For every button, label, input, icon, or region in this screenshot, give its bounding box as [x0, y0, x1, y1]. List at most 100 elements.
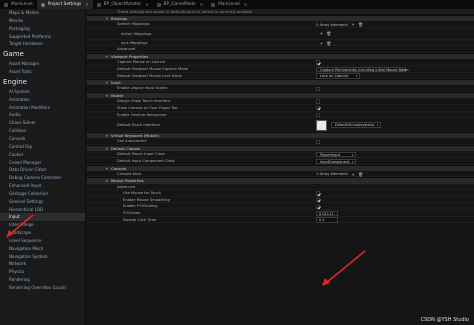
sidebar-item-supported-platforms[interactable]: Supported Platforms	[0, 33, 85, 41]
sidebar-item-debug-camera-controller[interactable]: Debug Camera Controller	[0, 174, 85, 182]
asset-thumbnail[interactable]	[316, 119, 327, 131]
tab-main-level[interactable]: MainLevel	[0, 0, 37, 9]
sidebar-item-physics[interactable]: Physics	[0, 268, 85, 276]
sidebar-item-crowd-manager[interactable]: Crowd Manager	[0, 159, 85, 167]
sidebar-item-navigation-system[interactable]: Navigation System	[0, 253, 85, 261]
tab-main-level-2[interactable]: MainLevel ✕	[207, 0, 251, 9]
mouse-advanced-row[interactable]: Advanced	[87, 184, 474, 191]
fov-scaling-row: Enable FOVScaling	[87, 203, 474, 211]
fov-scale-input[interactable]: 0.01111	[316, 210, 338, 217]
trash-icon[interactable]: 🗑	[358, 172, 363, 177]
fov-scale-row: FOVScale 0.01111	[87, 210, 474, 217]
mouse-smoothing-row: Enable Mouse Smoothing	[87, 197, 474, 204]
trash-icon[interactable]: 🗑	[326, 41, 331, 46]
close-icon[interactable]: ✕	[145, 2, 148, 7]
fov-scaling-checkbox[interactable]	[316, 204, 321, 209]
player-input-select[interactable]: PlayerInput	[316, 151, 356, 159]
gesture-row: Enable Gesture Recognizer	[87, 112, 474, 119]
close-icon[interactable]: ✕	[244, 2, 247, 7]
show-console-row: Show Console on Four Finger Tap	[87, 105, 474, 112]
use-mouse-touch-row: Use Mouse for Touch	[87, 190, 474, 197]
tab-project-settings[interactable]: Project Settings ✕	[36, 0, 93, 9]
add-icon[interactable]: +	[319, 41, 324, 46]
sidebar-item-control-rig[interactable]: Control Rig	[0, 143, 85, 151]
fov-scaling-label: Enable FOVScaling	[123, 204, 158, 209]
sidebar-item-ai-system[interactable]: AI System	[0, 88, 85, 96]
speech-mappings-value: 0 Array elements	[316, 22, 348, 27]
input-component-select[interactable]: InputComponent	[316, 158, 356, 165]
sidebar-item-hierarchical-lod[interactable]: Hierarchical LOD	[0, 206, 85, 214]
fov-scale-label: FOVScale	[123, 211, 141, 216]
player-input-row: Default Player Input Class PlayerInput	[87, 151, 474, 159]
sidebar-item-asset-tools[interactable]: Asset Tools	[0, 68, 85, 76]
mouse-smoothing-checkbox[interactable]	[316, 197, 321, 203]
speech-mappings-label: Speech Mappings	[117, 22, 150, 27]
sidebar-item-level-sequence[interactable]: Level Sequence	[0, 237, 85, 245]
touch-interface-label: Default Touch Interface	[117, 123, 160, 128]
sidebar-item-maps-modes[interactable]: Maps & Modes	[0, 9, 85, 17]
input-component-label: Default Input Component Class	[117, 158, 175, 163]
capture-mode-select[interactable]: Capture Permanently Including Initial Mo…	[316, 66, 409, 73]
sidebar-item-rendering-overrides-local[interactable]: Rendering Overrides (Local)	[0, 284, 85, 292]
add-icon[interactable]: +	[319, 31, 324, 36]
action-mappings-row: Action Mappings + 🗑	[87, 28, 474, 40]
sidebar-item-audio[interactable]: Audio	[0, 111, 85, 119]
sidebar-item-network[interactable]: Network	[0, 260, 85, 268]
add-icon[interactable]: +	[351, 22, 356, 27]
sidebar-item-rendering[interactable]: Rendering	[0, 276, 85, 284]
lock-mode-select[interactable]: Lock on Capture	[316, 73, 360, 80]
axis-mappings-row: Axis Mappings + 🗑	[87, 40, 474, 47]
autocorrect-checkbox[interactable]	[316, 139, 321, 144]
sidebar-item-animation-modifiers[interactable]: Animation Modifiers	[0, 104, 85, 112]
show-console-checkbox[interactable]	[316, 106, 321, 111]
speech-mappings-row: Speech Mappings 0 Array elements + 🗑	[87, 21, 474, 28]
sidebar-item-landscape[interactable]: Landscape	[0, 229, 85, 237]
trash-icon[interactable]: 🗑	[326, 31, 331, 36]
lock-mode-label: Default Viewport Mouse Lock Mode	[117, 73, 182, 78]
sidebar-item-general-settings[interactable]: General Settings	[0, 198, 85, 206]
trash-icon[interactable]: 🗑	[358, 22, 363, 27]
capture-mouse-checkbox[interactable]	[316, 60, 321, 65]
capture-mouse-label: Capture Mouse on Launch	[117, 60, 166, 65]
sidebar-item-packaging[interactable]: Packaging	[0, 25, 85, 33]
sidebar-item-asset-manager[interactable]: Asset Manager	[0, 60, 85, 68]
editor-tab-bar: MainLevel Project Settings ✕ BP_ObjectRot…	[0, 0, 474, 9]
sidebar-item-animation[interactable]: Animation	[0, 96, 85, 104]
add-icon[interactable]: +	[351, 172, 356, 177]
blueprint-icon	[156, 2, 161, 7]
advanced-toggle[interactable]: Advanced	[117, 184, 135, 191]
sidebar-item-garbage-collection[interactable]: Garbage Collection	[0, 190, 85, 198]
settings-panel: These settings are saved in DefaultInput…	[87, 9, 474, 325]
console-keys-row: Console Keys 1 Array elements + 🗑	[87, 171, 474, 178]
advanced-toggle[interactable]: Advanced	[117, 46, 135, 53]
close-icon[interactable]: ✕	[200, 2, 203, 7]
sidebar-item-target-hardware[interactable]: Target Hardware	[0, 40, 85, 48]
sidebar-item-collision[interactable]: Collision	[0, 127, 85, 135]
sidebar-item-input[interactable]: Input	[0, 213, 85, 222]
double-click-input[interactable]: 0.2	[316, 217, 338, 223]
action-mappings-label: Action Mappings	[121, 31, 152, 36]
tab-bp-game-mode[interactable]: BP_GameMode ✕	[153, 0, 208, 9]
sidebar-item-chaos-solver[interactable]: Chaos Solver	[0, 119, 85, 127]
sidebar-item-movies[interactable]: Movies	[0, 17, 85, 25]
double-click-row: Double Click Time 0.2	[87, 217, 474, 224]
lock-mode-row: Default Viewport Mouse Lock Mode Lock on…	[87, 73, 474, 80]
use-mouse-touch-checkbox[interactable]	[316, 191, 321, 196]
settings-sidebar: Maps & Modes Movies Packaging Supported …	[0, 9, 86, 325]
gesture-checkbox[interactable]	[316, 112, 321, 118]
always-touch-checkbox[interactable]	[316, 99, 321, 104]
sidebar-item-console[interactable]: Console	[0, 135, 85, 143]
sidebar-item-interchange[interactable]: Interchange	[0, 221, 85, 229]
sidebar-item-cooker[interactable]: Cooker	[0, 151, 85, 159]
level-icon	[4, 2, 8, 7]
sidebar-item-enhanced-input[interactable]: Enhanced Input	[0, 182, 85, 190]
legacy-scales-checkbox[interactable]	[316, 86, 321, 91]
bindings-advanced-row[interactable]: Advanced	[87, 46, 474, 54]
tab-bp-object-rotator[interactable]: BP_ObjectRotator ✕	[93, 0, 153, 9]
close-icon[interactable]: ✕	[85, 2, 88, 7]
blueprint-icon	[96, 2, 101, 7]
sidebar-item-data-driven-cvars[interactable]: Data Driven CVars	[0, 166, 85, 174]
always-touch-label: Always Show Touch Interface	[117, 99, 171, 104]
sidebar-item-navigation-mesh[interactable]: Navigation Mesh	[0, 245, 85, 253]
touch-interface-select[interactable]: DefaultVirtualJoysticks	[331, 122, 381, 129]
